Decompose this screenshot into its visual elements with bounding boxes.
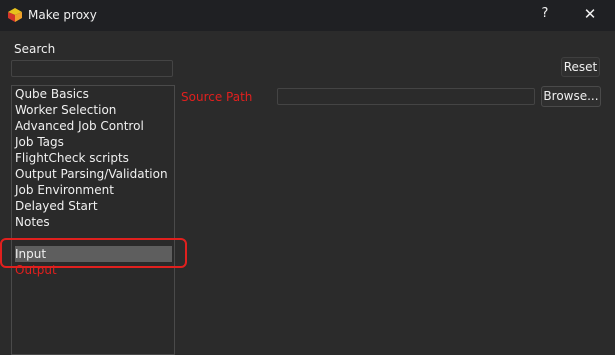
list-item[interactable]: Job Environment <box>15 182 114 198</box>
list-item[interactable]: Worker Selection <box>15 102 116 118</box>
list-item[interactable]: Output Parsing/Validation <box>15 166 168 182</box>
list-item[interactable]: Notes <box>15 214 50 230</box>
close-button[interactable]: ✕ <box>576 5 604 27</box>
window-title: Make proxy <box>28 8 97 22</box>
category-list[interactable]: Qube Basics Worker Selection Advanced Jo… <box>11 85 175 355</box>
list-item[interactable]: Qube Basics <box>15 86 89 102</box>
selection-highlight-annotation <box>0 238 187 268</box>
list-item[interactable]: Job Tags <box>15 134 64 150</box>
browse-button[interactable]: Browse... <box>541 86 601 107</box>
source-path-input[interactable] <box>277 88 535 105</box>
title-bar: Make proxy ? ✕ <box>0 0 615 31</box>
search-input[interactable] <box>11 60 173 77</box>
source-path-label: Source Path <box>181 90 253 104</box>
reset-button[interactable]: Reset <box>561 57 600 77</box>
help-button[interactable]: ? <box>534 6 556 26</box>
list-item[interactable]: Advanced Job Control <box>15 118 144 134</box>
list-item[interactable]: FlightCheck scripts <box>15 150 129 166</box>
list-item[interactable]: Delayed Start <box>15 198 98 214</box>
qube-logo-icon <box>8 8 22 22</box>
search-label: Search <box>14 42 56 56</box>
